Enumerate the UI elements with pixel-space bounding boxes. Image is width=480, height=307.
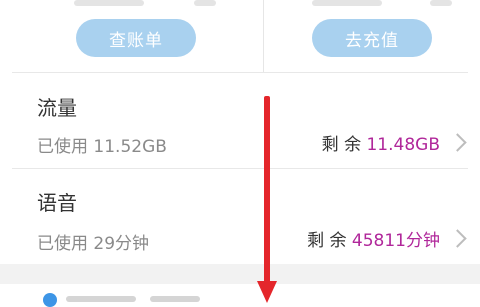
divider	[12, 168, 468, 169]
divider	[12, 72, 468, 73]
voice-remain-label: 剩 余	[307, 231, 347, 251]
voice-used-text: 已使用 29分钟	[37, 229, 149, 254]
recharge-button[interactable]: 去充值	[312, 19, 432, 57]
annotation-arrow-shaft	[264, 96, 270, 286]
faded-bottom-text-2	[150, 296, 200, 302]
view-bill-button[interactable]: 查账单	[76, 19, 196, 57]
data-used-label: 已使用	[37, 137, 88, 157]
data-remain-text: 剩 余 11.48GB	[322, 130, 440, 155]
chevron-right-icon	[448, 229, 467, 248]
voice-remain-value: 45811分钟	[351, 231, 440, 251]
section-gap	[0, 264, 480, 284]
faded-text-left	[74, 0, 144, 6]
info-icon	[43, 293, 57, 307]
account-actions-card: 查账单 去充值	[12, 0, 468, 72]
faded-text-left-2	[194, 0, 216, 6]
data-used-value: 11.52GB	[93, 137, 167, 157]
faded-text-right	[312, 0, 382, 6]
voice-remain-text: 剩 余 45811分钟	[307, 226, 440, 251]
voice-row-title: 语音	[37, 191, 77, 215]
data-row-title: 流量	[37, 96, 77, 120]
data-used-text: 已使用 11.52GB	[37, 132, 167, 157]
chevron-right-icon	[448, 133, 467, 152]
faded-text-right-2	[430, 0, 452, 6]
voice-used-label: 已使用	[37, 234, 88, 254]
card-divider	[263, 0, 264, 72]
data-remain-label: 剩 余	[321, 135, 362, 155]
faded-bottom-text	[66, 296, 136, 302]
data-remain-value: 11.48GB	[366, 135, 440, 155]
voice-used-value: 29分钟	[93, 234, 150, 254]
